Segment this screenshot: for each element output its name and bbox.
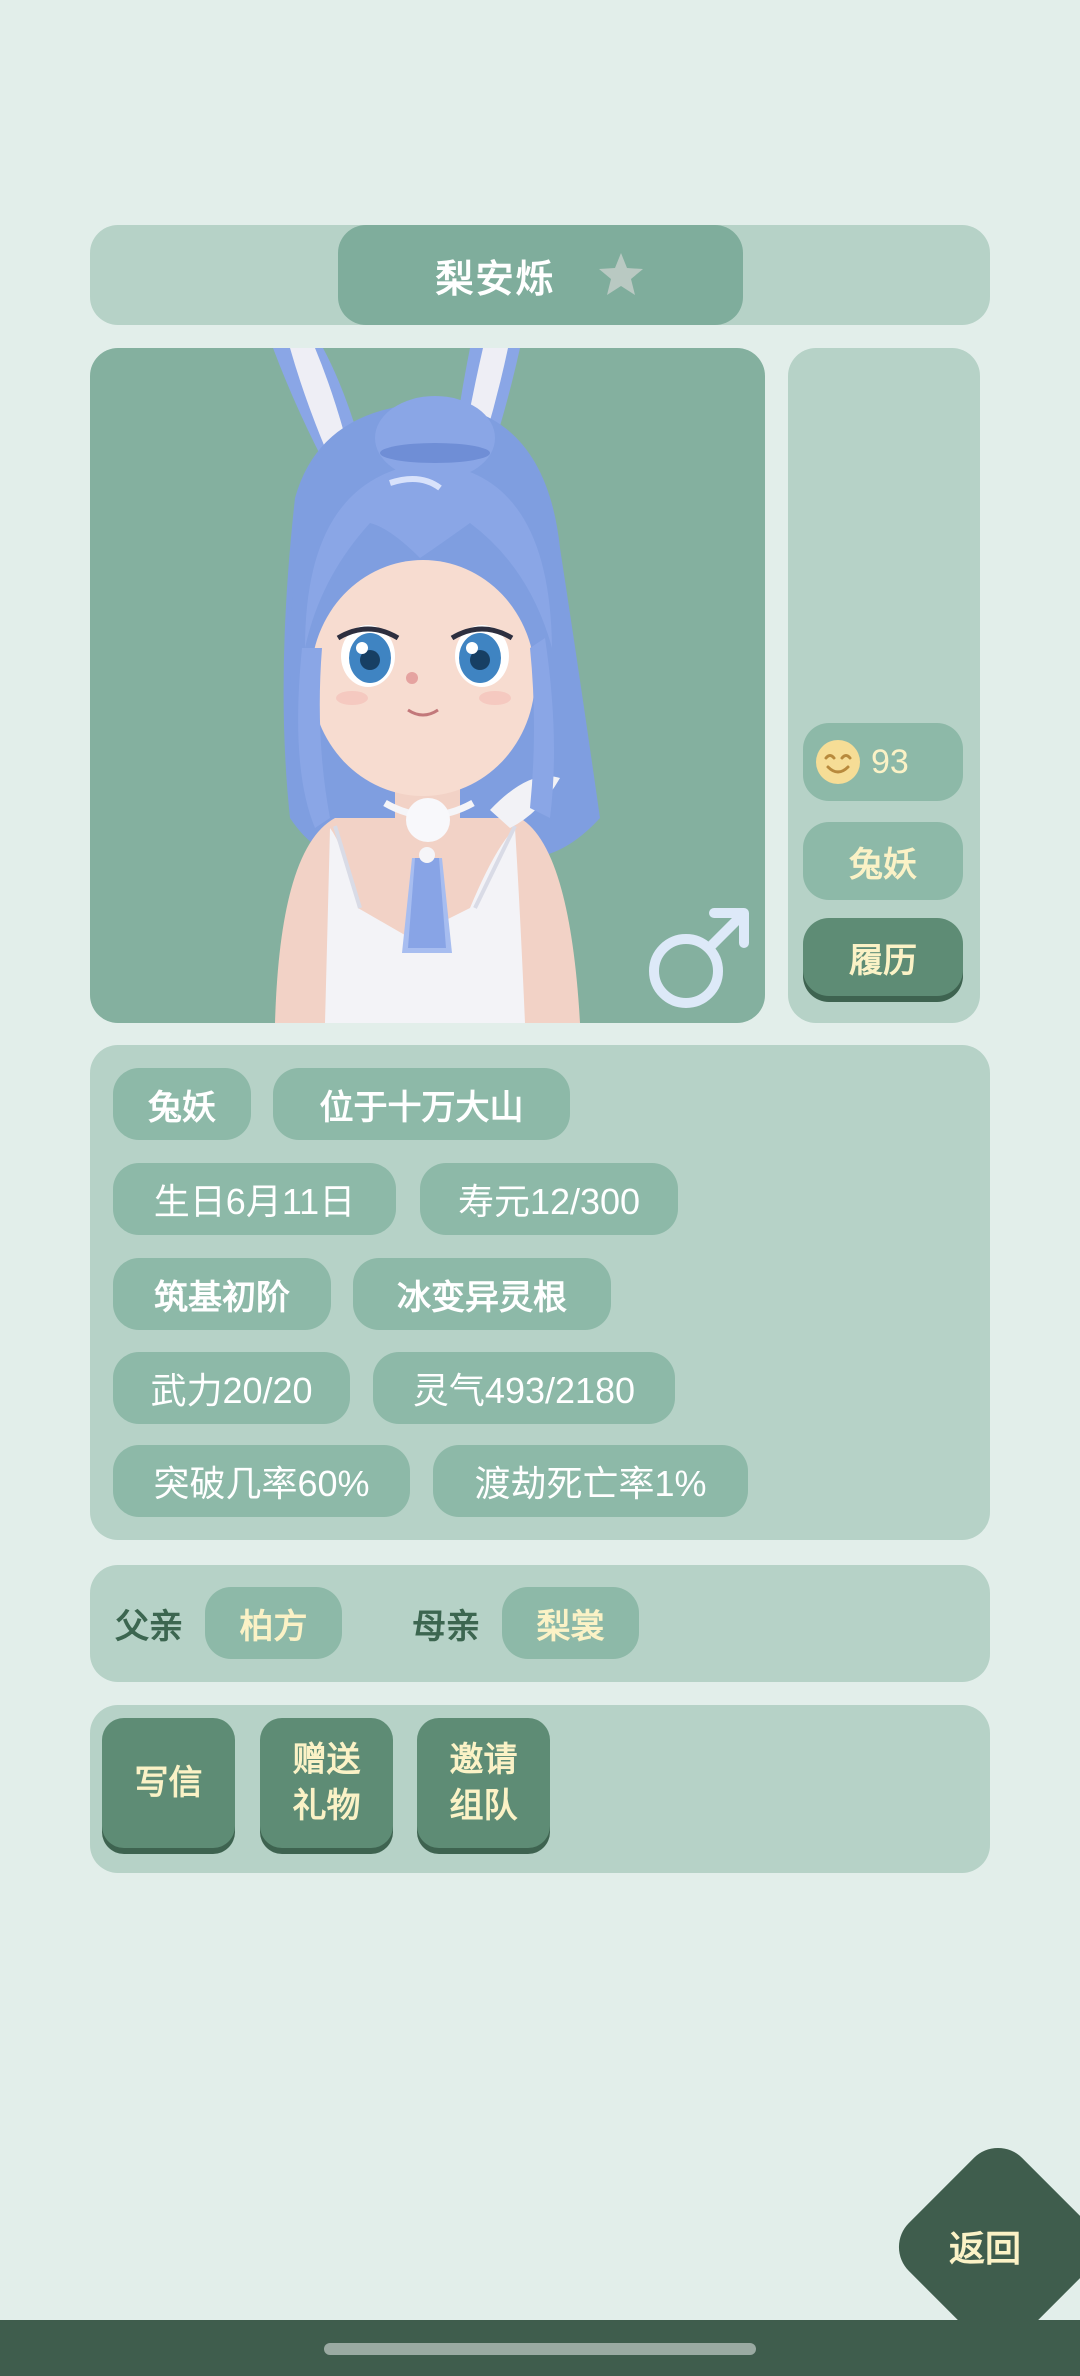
stat-chip: 寿元12/300 <box>420 1163 678 1235</box>
character-detail-screen: 梨安烁 93 兔妖 履历 兔妖 位于十万大山 生日6月11日 寿元12/300 … <box>0 0 1080 2376</box>
stat-chip: 渡劫死亡率1% <box>433 1445 748 1517</box>
character-portrait <box>90 348 765 1023</box>
history-button-label: 履历 <box>849 940 917 981</box>
father-name-button[interactable]: 柏方 <box>205 1587 342 1659</box>
stat-chip: 突破几率60% <box>113 1445 410 1517</box>
mood-value: 93 <box>871 742 909 781</box>
side-panel: 93 兔妖 履历 <box>788 348 980 1023</box>
parents-panel: 父亲 柏方 母亲 梨裳 <box>90 1565 990 1682</box>
stat-chip: 筑基初阶 <box>113 1258 331 1330</box>
father-label: 父亲 <box>115 1607 183 1647</box>
stat-chip: 生日6月11日 <box>113 1163 396 1235</box>
write-letter-button[interactable]: 写信 <box>102 1718 235 1848</box>
stat-chip: 灵气493/2180 <box>373 1352 675 1424</box>
history-button[interactable]: 履历 <box>803 918 963 996</box>
mother-name-button[interactable]: 梨裳 <box>502 1587 639 1659</box>
mother-label: 母亲 <box>412 1607 480 1647</box>
star-icon[interactable] <box>596 250 646 300</box>
character-name-pill: 梨安烁 <box>338 225 743 325</box>
send-gift-button[interactable]: 赠送 礼物 <box>260 1718 393 1848</box>
invite-team-button[interactable]: 邀请 组队 <box>417 1718 550 1848</box>
race-label: 兔妖 <box>849 844 917 885</box>
stats-panel: 兔妖 位于十万大山 生日6月11日 寿元12/300 筑基初阶 冰变异灵根 武力… <box>90 1045 990 1540</box>
stat-chip: 冰变异灵根 <box>353 1258 611 1330</box>
system-navigation-bar <box>0 2320 1080 2376</box>
home-indicator[interactable] <box>324 2343 756 2355</box>
stat-chip: 位于十万大山 <box>273 1068 570 1140</box>
character-name: 梨安烁 <box>435 256 556 301</box>
actions-panel: 写信 赠送 礼物 邀请 组队 <box>90 1705 990 1873</box>
race-badge: 兔妖 <box>803 822 963 900</box>
smiling-face-icon <box>816 740 860 784</box>
male-symbol-icon <box>649 908 749 1008</box>
mood-indicator: 93 <box>803 723 963 801</box>
stat-chip: 武力20/20 <box>113 1352 350 1424</box>
stat-chip: 兔妖 <box>113 1068 251 1140</box>
